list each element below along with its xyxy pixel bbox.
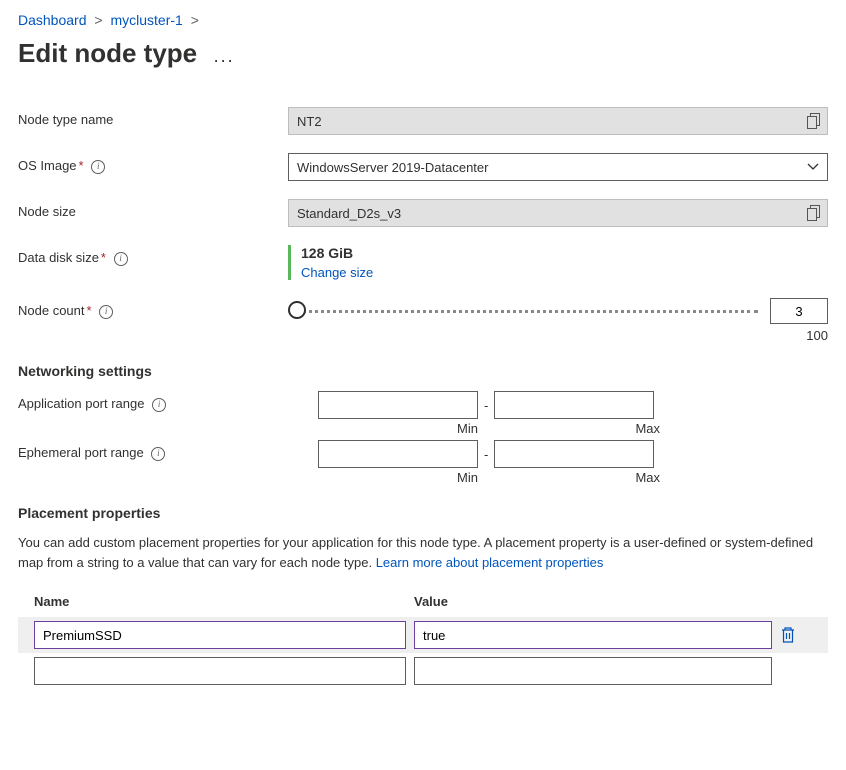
required-indicator: *	[101, 250, 106, 265]
placement-value-input-empty[interactable]	[414, 657, 772, 685]
breadcrumb: Dashboard > mycluster-1 >	[18, 12, 828, 28]
app-port-max-label: Max	[500, 421, 660, 436]
networking-heading: Networking settings	[18, 363, 828, 379]
node-count-max: 100	[288, 328, 828, 343]
eph-port-max-input[interactable]	[494, 440, 654, 468]
placement-description: You can add custom placement properties …	[18, 533, 828, 572]
slider-track-line	[302, 310, 758, 313]
placement-name-input[interactable]	[34, 621, 406, 649]
eph-port-min-label: Min	[318, 470, 478, 485]
required-indicator: *	[79, 158, 84, 173]
label-data-disk-size: Data disk size* i	[18, 245, 288, 266]
label-eph-port-range: Ephemeral port range i	[18, 440, 318, 461]
node-count-slider[interactable]	[288, 301, 758, 321]
info-icon[interactable]: i	[114, 252, 128, 266]
os-image-value: WindowsServer 2019-Datacenter	[297, 160, 488, 175]
app-port-min-input[interactable]	[318, 391, 478, 419]
placement-learn-more-link[interactable]: Learn more about placement properties	[376, 555, 604, 570]
placement-row-empty	[18, 653, 828, 689]
chevron-down-icon	[807, 163, 819, 171]
placement-row	[18, 617, 828, 653]
data-disk-block: 128 GiB Change size	[288, 245, 828, 280]
change-size-link[interactable]: Change size	[301, 265, 373, 280]
label-node-type-name: Node type name	[18, 107, 288, 127]
chevron-right-icon: >	[94, 12, 102, 28]
node-type-name-field: NT2	[288, 107, 828, 135]
label-node-count: Node count* i	[18, 298, 288, 319]
os-image-select[interactable]: WindowsServer 2019-Datacenter	[288, 153, 828, 181]
data-disk-value: 128 GiB	[301, 245, 828, 261]
range-dash: -	[484, 447, 488, 462]
info-icon[interactable]: i	[91, 160, 105, 174]
page-title: Edit node type	[18, 38, 197, 69]
placement-col-value: Value	[414, 594, 812, 609]
node-size-field: Standard_D2s_v3	[288, 199, 828, 227]
placement-heading: Placement properties	[18, 505, 828, 521]
required-indicator: *	[87, 303, 92, 318]
placement-table: Name Value	[18, 594, 828, 689]
placement-col-name: Name	[34, 594, 414, 609]
trash-icon[interactable]	[780, 626, 796, 644]
label-app-port-range: Application port range i	[18, 391, 318, 412]
node-size-value: Standard_D2s_v3	[297, 206, 401, 221]
copy-icon[interactable]	[807, 113, 821, 129]
eph-port-min-input[interactable]	[318, 440, 478, 468]
label-node-size: Node size	[18, 199, 288, 219]
more-actions-button[interactable]: ···	[213, 50, 234, 91]
copy-icon[interactable]	[807, 205, 821, 221]
placement-value-input[interactable]	[414, 621, 772, 649]
app-port-max-input[interactable]	[494, 391, 654, 419]
label-os-image: OS Image* i	[18, 153, 288, 174]
slider-thumb[interactable]	[288, 301, 306, 319]
breadcrumb-dashboard[interactable]: Dashboard	[18, 12, 87, 28]
chevron-right-icon: >	[191, 12, 199, 28]
node-count-input[interactable]	[770, 298, 828, 324]
app-port-min-label: Min	[318, 421, 478, 436]
info-icon[interactable]: i	[152, 398, 166, 412]
node-type-name-value: NT2	[297, 114, 322, 129]
info-icon[interactable]: i	[151, 447, 165, 461]
range-dash: -	[484, 398, 488, 413]
info-icon[interactable]: i	[99, 305, 113, 319]
eph-port-max-label: Max	[500, 470, 660, 485]
breadcrumb-cluster[interactable]: mycluster-1	[110, 12, 182, 28]
placement-name-input-empty[interactable]	[34, 657, 406, 685]
